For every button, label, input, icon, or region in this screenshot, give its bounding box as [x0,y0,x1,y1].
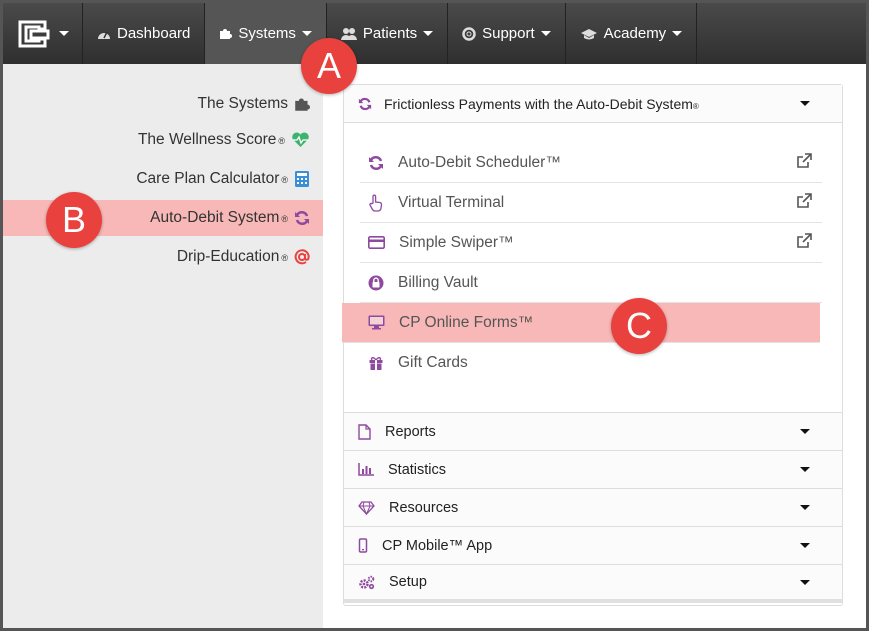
refresh-icon [358,97,372,110]
at-icon [294,249,310,265]
sidebar-item-the-systems[interactable]: The Systems [198,86,310,122]
users-icon [340,28,357,40]
puzzle-icon [220,29,233,39]
list-item-label: Virtual Terminal [398,193,505,211]
section-resources[interactable]: Resources [344,489,842,527]
gears-icon [359,575,375,589]
dashboard-icon [98,31,110,39]
panel-title-text: Frictionless Payments with the Auto-Debi… [384,95,693,112]
callout-c: C [611,298,667,354]
diamond-icon [358,500,375,515]
list-item-label: Billing Vault [398,273,478,291]
app-window: Dashboard Systems Patients Support Acade… [0,0,869,631]
nav-academy-label: Academy [603,25,667,42]
chevron-down-icon [800,505,810,510]
calculator-icon [295,171,309,187]
chevron-down-icon [423,31,434,36]
sidebar-item-label: Drip-Education [176,248,280,265]
nav-support-label: Support [482,25,535,42]
bar-chart-icon [358,463,374,476]
section-statistics[interactable]: Statistics [344,451,842,489]
hand-pointer-icon [369,194,383,212]
list-item-gift-cards[interactable]: Gift Cards [360,343,822,383]
list-item-simple-swiper[interactable]: Simple Swiper™ [360,223,822,263]
graduation-cap-icon [580,28,597,39]
section-label: Setup [389,574,427,590]
lifebuoy-icon [462,26,476,41]
registered-mark: ® [692,101,699,111]
gift-icon [369,357,383,370]
sub-item-list: Auto-Debit Scheduler™ Virtual Terminal S… [342,143,822,383]
nav-academy[interactable]: Academy [566,3,698,64]
sidebar-item-label: Care Plan Calculator [136,170,280,187]
section-cp-mobile-app[interactable]: CP Mobile™ App [344,527,842,565]
app-logo-menu[interactable] [3,3,83,64]
list-item-virtual-terminal[interactable]: Virtual Terminal [360,183,822,223]
external-link-icon[interactable] [796,153,812,169]
chevron-down-icon [672,31,683,36]
sidebar-item-label: Auto-Debit System [150,209,280,226]
chevron-down-icon [58,31,69,36]
auto-debit-panel: Frictionless Payments with the Auto-Debi… [342,84,843,606]
sidebar-item-wellness-score[interactable]: The Wellness Score ® [138,122,310,158]
puzzle-icon [295,98,310,111]
external-link-icon[interactable] [796,193,812,209]
sidebar-item-label: The Wellness Score [137,131,277,148]
file-icon [358,423,371,440]
nav-dashboard[interactable]: Dashboard [83,3,206,64]
chevron-down-icon [800,467,810,472]
top-nav: Dashboard Systems Patients Support Acade… [3,3,866,64]
sidebar-item-drip-education[interactable]: Drip-Education ® [177,239,310,275]
section-label: Statistics [388,461,447,478]
list-item-auto-debit-scheduler[interactable]: Auto-Debit Scheduler™ [360,143,822,183]
chevron-down-icon [800,543,810,548]
callout-a: A [301,38,357,94]
list-item-label: Simple Swiper™ [399,233,514,251]
logo-icon [18,20,49,47]
heartbeat-icon [292,132,309,147]
refresh-icon [295,210,309,226]
chevron-down-icon [800,579,810,585]
list-item-cp-online-forms[interactable]: CP Online Forms™ [342,303,820,343]
panel-header[interactable]: Frictionless Payments with the Auto-Debi… [344,85,842,123]
section-label: Reports [385,423,436,440]
sidebar: The Systems The Wellness Score ® Care Pl… [3,64,323,628]
chevron-down-icon [800,429,810,434]
sidebar-item-care-plan-calculator[interactable]: Care Plan Calculator ® [136,161,310,197]
credit-card-icon [368,236,385,249]
nav-support[interactable]: Support [448,3,566,64]
panel-title: Frictionless Payments with the Auto-Debi… [384,96,800,112]
section-label: CP Mobile™ App [382,537,493,554]
chevron-down-icon[interactable] [800,101,810,106]
section-setup[interactable]: Setup [344,565,842,603]
section-reports[interactable]: Reports [344,413,842,451]
list-item-billing-vault[interactable]: Billing Vault [360,263,822,303]
nav-dashboard-label: Dashboard [117,25,191,42]
list-item-label: CP Online Forms™ [399,313,534,331]
list-item-label: Auto-Debit Scheduler™ [398,153,561,171]
lock-icon [368,275,384,290]
sidebar-item-label: The Systems [197,95,288,112]
chevron-down-icon [301,31,312,36]
refresh-icon [369,155,383,170]
mobile-icon [358,538,368,553]
list-item-label: Gift Cards [398,354,468,371]
section-label: Resources [389,499,459,516]
chevron-down-icon [540,31,551,36]
nav-patients-label: Patients [362,25,418,42]
nav-systems-label: Systems [238,25,296,42]
callout-b: B [46,192,102,248]
monitor-icon [368,315,385,330]
external-link-icon[interactable] [796,233,812,249]
section-list: Reports Statistics Resources CP Mobile™ … [344,412,842,603]
